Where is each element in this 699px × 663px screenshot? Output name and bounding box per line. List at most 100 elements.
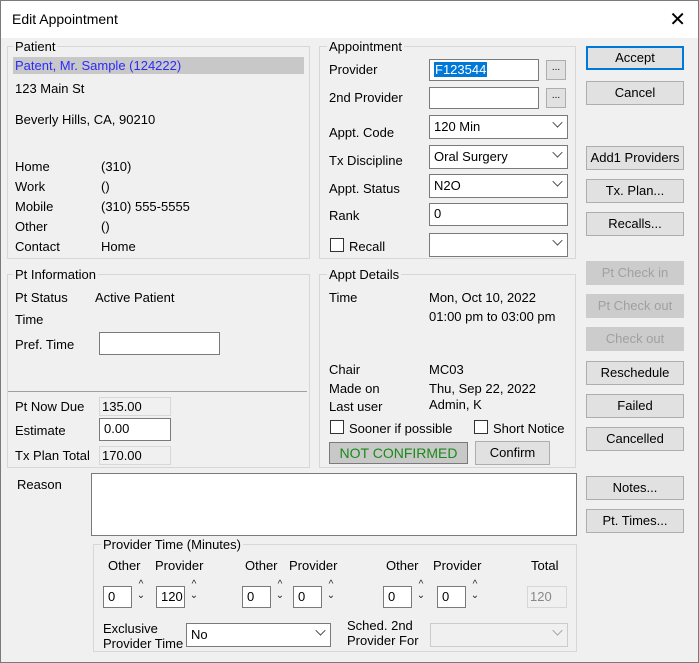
patient-address1: 123 Main St [15,81,85,96]
appt-time-date: Mon, Oct 10, 2022 [429,290,536,305]
tx-discipline-label: Tx Discipline [329,153,403,168]
sched-label-line2: Provider For [347,633,419,648]
recall-select[interactable] [429,233,568,257]
short-notice-checkbox[interactable] [474,420,488,434]
phone-label-mobile: Mobile [15,199,54,214]
appt-code-value: 120 Min [434,119,481,134]
pt-times-button[interactable]: Pt. Times... [586,509,684,533]
title-bar: Edit Appointment ✕ [1,1,698,38]
check-out-button[interactable]: Check out [586,327,684,351]
other-label-2: Other [245,558,278,573]
recall-checkbox[interactable] [330,238,344,252]
tx-discipline-value: Oral Surgery [434,149,508,164]
other-input-3[interactable]: 0 [383,586,412,608]
chevron-down-icon [552,147,563,158]
window-title: Edit Appointment [12,11,118,27]
provider-label: Provider [329,62,378,77]
notes-button[interactable]: Notes... [586,476,684,500]
made-on-value: Thu, Sep 22, 2022 [429,381,536,396]
recall-label: Recall [349,239,386,254]
pt-check-out-button[interactable]: Pt Check out [586,294,684,318]
other-input-2[interactable]: 0 [242,586,271,608]
phone-label-home: Home [15,159,50,174]
pt-now-due-label: Pt Now Due [15,399,85,414]
provider-label-3: Provider [433,558,482,573]
appt-details-group-title: Appt Details [327,267,402,282]
provider-spinner-1[interactable]: ^ ⌄ [188,579,200,601]
last-user-label: Last user [329,399,383,414]
provider-spinner-2[interactable]: ^ ⌄ [325,579,337,601]
provider2-lookup-button[interactable]: ... [546,88,566,108]
appt-status-select[interactable]: N2O [429,174,568,198]
other-spinner-2[interactable]: ^ ⌄ [274,579,286,601]
reschedule-button[interactable]: Reschedule [586,361,684,385]
tx-plan-total-label: Tx Plan Total [15,448,90,463]
other-input-1[interactable]: 0 [103,586,132,608]
provider-input-1[interactable]: 120 [156,586,185,608]
pref-time-input[interactable] [99,332,220,355]
accept-button[interactable]: Accept [586,46,684,70]
rank-label: Rank [329,208,360,223]
add1-providers-button[interactable]: Add1 Providers [586,146,684,170]
pt-check-in-button[interactable]: Pt Check in [586,261,684,285]
phone-value-work: () [101,179,110,194]
exclusive-label-line1: Exclusive [103,621,158,636]
total-label: Total [531,558,559,573]
provider-input[interactable]: F123544 [429,59,539,81]
appt-status-value: N2O [434,178,461,193]
cancelled-button[interactable]: Cancelled [586,427,684,451]
chevron-down-icon [315,625,326,636]
chevron-down-icon [552,117,563,128]
other-spinner-3[interactable]: ^ ⌄ [415,579,427,601]
chevron-down-icon [552,176,563,187]
reason-label: Reason [17,477,62,492]
contact-label: Contact [15,239,60,254]
cancel-button[interactable]: Cancel [586,81,684,105]
patient-address2: Beverly Hills, CA, 90210 [15,112,156,127]
made-on-label: Made on [329,381,380,396]
contact-value: Home [101,239,136,254]
patient-name-row[interactable]: Patent, Mr. Sample (124222) [13,57,304,74]
estimate-input[interactable]: 0.00 [99,418,171,441]
failed-button[interactable]: Failed [586,394,684,418]
other-label-3: Other [386,558,419,573]
short-notice-label: Short Notice [493,421,565,436]
pt-info-group-title: Pt Information [13,267,98,282]
tx-discipline-select[interactable]: Oral Surgery [429,145,568,169]
chair-value: MC03 [429,362,464,377]
appt-time-range: 01:00 pm to 03:00 pm [429,309,556,324]
other-label-1: Other [108,558,141,573]
provider-spinner-3[interactable]: ^ ⌄ [469,579,481,601]
pt-status-label: Pt Status [15,290,68,305]
provider-time-group-title: Provider Time (Minutes) [101,537,243,552]
total-value: 120 [527,586,567,608]
patient-group [7,46,310,259]
tx-plan-button[interactable]: Tx. Plan... [586,179,684,203]
chevron-down-icon [552,235,563,246]
other-spinner-1[interactable]: ^ ⌄ [135,579,147,601]
sched-2nd-provider-select[interactable] [430,623,568,647]
confirm-button[interactable]: Confirm [475,441,550,465]
provider2-input[interactable] [429,87,539,109]
pt-status-value: Active Patient [95,290,175,305]
provider-lookup-button[interactable]: ... [546,60,566,80]
chevron-down-icon [552,625,563,636]
provider-input-2[interactable]: 0 [293,586,322,608]
tx-plan-total-value: 170.00 [99,446,171,465]
phone-label-work: Work [15,179,46,194]
close-icon[interactable]: ✕ [669,7,686,31]
sooner-checkbox[interactable] [330,420,344,434]
provider-input-3[interactable]: 0 [437,586,466,608]
appt-code-select[interactable]: 120 Min [429,115,568,139]
edit-appointment-window: Edit Appointment ✕ Patient Patent, Mr. S… [0,0,699,663]
rank-input[interactable]: 0 [429,203,568,226]
provider2-label: 2nd Provider [329,90,403,105]
reason-textarea[interactable] [91,473,577,536]
patient-group-title: Patient [13,39,58,54]
exclusive-value: No [191,627,208,642]
pt-info-divider [8,391,307,392]
exclusive-provider-time-select[interactable]: No [186,623,331,647]
provider-label-1: Provider [155,558,204,573]
pt-time-label: Time [15,312,44,327]
recalls-button[interactable]: Recalls... [586,212,684,236]
